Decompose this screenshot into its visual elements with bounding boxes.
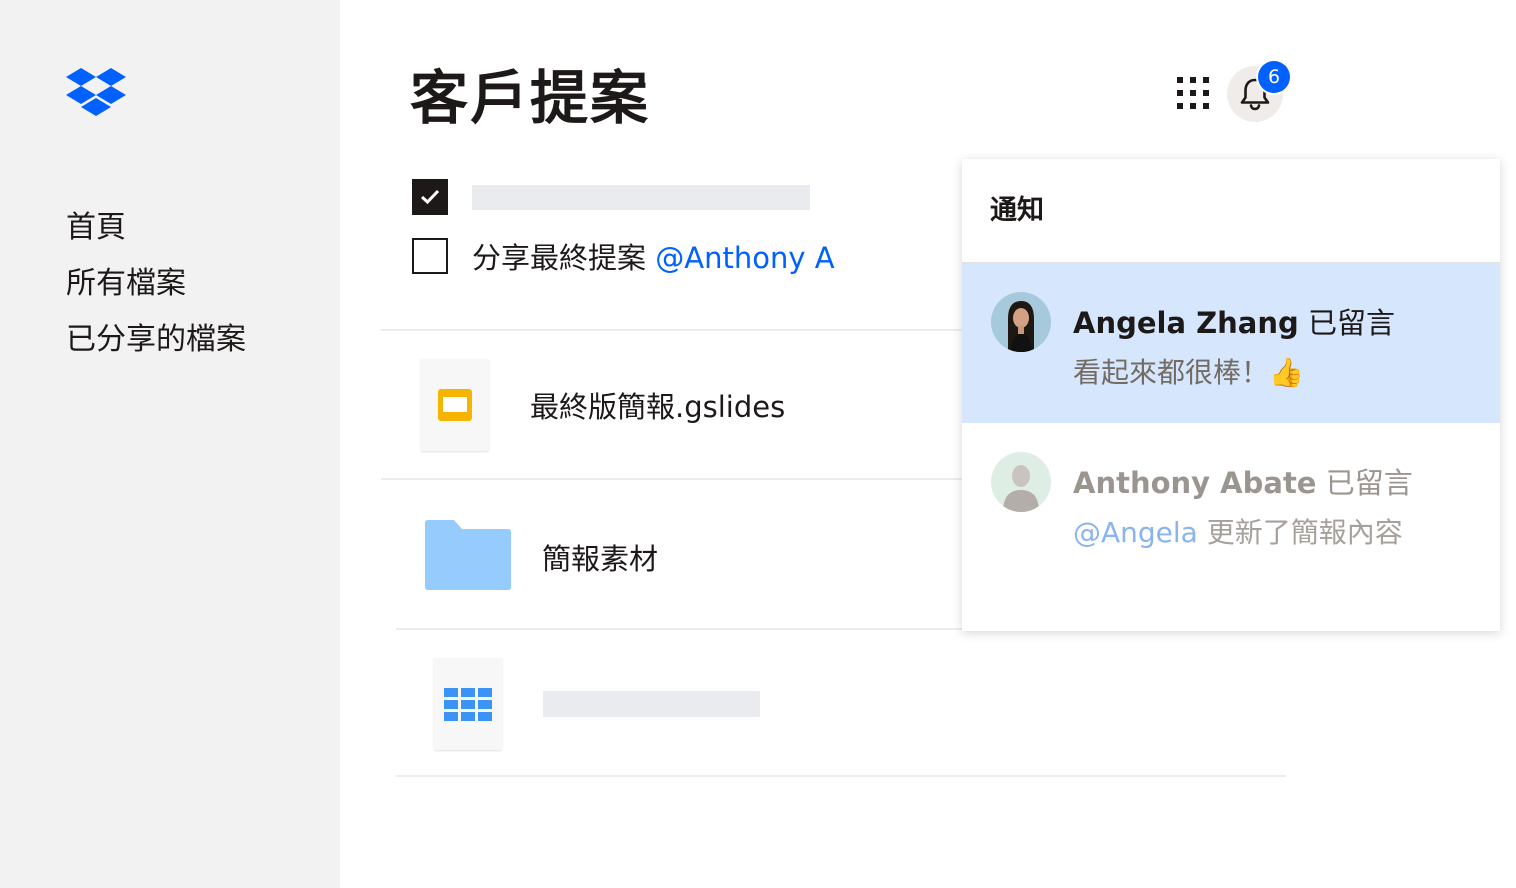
task-mention-link[interactable]: @Anthony A xyxy=(655,241,834,275)
avatar xyxy=(991,292,1051,352)
notification-message: @Angela 更新了簡報內容 xyxy=(1073,511,1403,555)
notification-author: Angela Zhang xyxy=(1073,306,1299,340)
notification-message: 看起來都很棒！👍 xyxy=(1073,356,1304,389)
notification-action: 已留言 xyxy=(1325,466,1413,500)
notification-title: Anthony Abate 已留言 xyxy=(1073,461,1413,505)
sidebar-item-shared-files[interactable]: 已分享的檔案 xyxy=(66,312,246,368)
task-item-share-proposal: 分享最終提案 @Anthony A xyxy=(472,236,835,280)
sidebar-item-home[interactable]: 首頁 xyxy=(66,200,246,256)
slides-file-icon[interactable] xyxy=(421,359,489,451)
sidebar-item-all-files[interactable]: 所有檔案 xyxy=(66,256,246,312)
task-checkbox-checked[interactable] xyxy=(412,179,448,215)
grid-icon[interactable] xyxy=(1176,76,1210,110)
file-name-slides[interactable]: 最終版簡報.gslides xyxy=(530,385,785,429)
divider xyxy=(396,775,1286,777)
file-name-folder[interactable]: 簡報素材 xyxy=(542,537,658,581)
page-title: 客戶提案 xyxy=(410,64,651,132)
dropbox-logo-icon[interactable] xyxy=(66,66,126,118)
notification-message-text: 更新了簡報內容 xyxy=(1206,516,1403,549)
notification-author: Anthony Abate xyxy=(1073,466,1317,500)
file-name-placeholder xyxy=(543,691,760,717)
sidebar-nav: 首頁 所有檔案 已分享的檔案 xyxy=(66,200,246,368)
notification-title: Angela Zhang 已留言 xyxy=(1073,301,1395,345)
notification-item-angela[interactable]: Angela Zhang 已留言 看起來都很棒！👍 xyxy=(962,263,1500,423)
divider xyxy=(396,628,981,630)
task-placeholder xyxy=(472,185,810,210)
notification-mention-link[interactable]: @Angela xyxy=(1073,516,1198,549)
notification-count-badge: 6 xyxy=(1258,61,1290,93)
notification-action: 已留言 xyxy=(1308,306,1396,340)
divider xyxy=(381,329,981,331)
notifications-panel: 通知 Angela Zhang 已留言 看起來都很棒！👍 Anthony Aba… xyxy=(962,159,1500,631)
checkmark-icon xyxy=(420,189,440,205)
sidebar: 首頁 所有檔案 已分享的檔案 xyxy=(0,0,340,888)
notifications-title: 通知 xyxy=(990,195,1044,226)
avatar xyxy=(991,452,1051,512)
task-label: 分享最終提案 xyxy=(472,241,647,275)
spreadsheet-file-icon[interactable] xyxy=(434,658,502,750)
divider xyxy=(381,478,981,480)
folder-icon[interactable] xyxy=(424,519,512,591)
notifications-header: 通知 xyxy=(962,159,1500,263)
notification-item-anthony[interactable]: Anthony Abate 已留言 @Angela 更新了簡報內容 xyxy=(962,423,1500,583)
task-checkbox-unchecked[interactable] xyxy=(412,238,448,274)
